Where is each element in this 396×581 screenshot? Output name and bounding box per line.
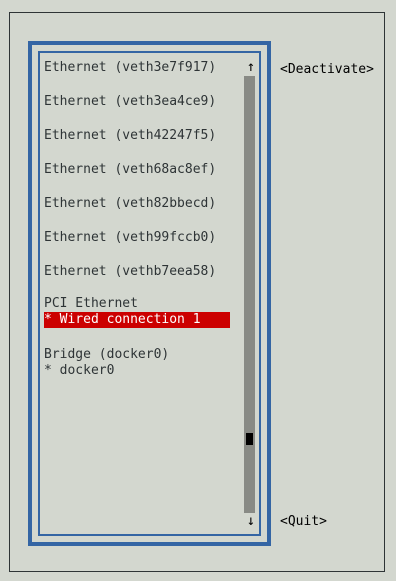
list-item-veth99fccb0[interactable]: Ethernet (veth99fccb0) (44, 230, 216, 246)
list-item-veth82bbecd[interactable]: Ethernet (veth82bbecd) (44, 196, 216, 212)
scrollbar-track[interactable] (244, 76, 255, 513)
list-item-docker0[interactable]: * docker0 (44, 363, 114, 379)
list-item-veth42247f5[interactable]: Ethernet (veth42247f5) (44, 128, 216, 144)
scrollbar-thumb[interactable] (246, 433, 253, 445)
list-item-veth3e7f917[interactable]: Ethernet (veth3e7f917) (44, 60, 216, 76)
list-item-veth68ac8ef[interactable]: Ethernet (veth68ac8ef) (44, 162, 216, 178)
connection-list-inner-border (38, 51, 261, 536)
list-group-pci-ethernet: PCI Ethernet (44, 296, 138, 311)
list-item-vethb7eea58[interactable]: Ethernet (vethb7eea58) (44, 264, 216, 280)
scroll-up-arrow-icon[interactable]: ↑ (246, 59, 256, 75)
deactivate-button[interactable]: <Deactivate> (280, 62, 374, 78)
list-item-veth3ea4ce9[interactable]: Ethernet (veth3ea4ce9) (44, 94, 216, 110)
list-group-bridge-docker0: Bridge (docker0) (44, 347, 170, 362)
nmtui-screen: Ethernet (veth3e7f917) Ethernet (veth3ea… (0, 0, 396, 581)
list-item-wired-connection-1[interactable]: * Wired connection 1 (44, 312, 230, 328)
connection-list-border (28, 41, 271, 546)
scroll-down-arrow-icon[interactable]: ↓ (246, 513, 256, 529)
quit-button[interactable]: <Quit> (280, 514, 327, 530)
